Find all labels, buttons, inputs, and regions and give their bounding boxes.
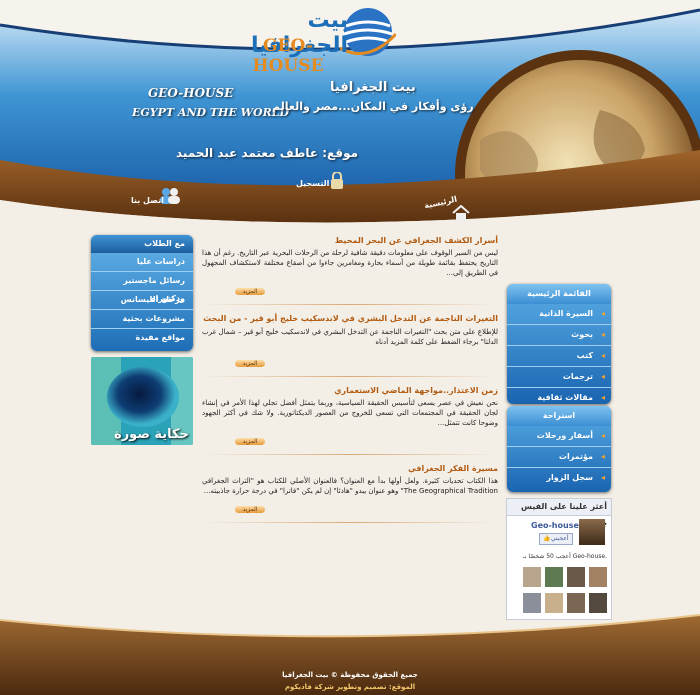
home-icon [452,204,470,221]
menu-item-research[interactable]: ◂ بحوث [507,325,611,346]
rest-menu-panel: استراحة ◂ أسفار ورحلات ◂ مؤتمرات ◂ سجل الزو… [507,406,611,492]
facebook-like-label: أعجبني [550,535,569,542]
article: مسيرة الفكر الجغرافي هذا الكتاب تحديات ك… [202,464,498,523]
article-title[interactable]: أسرار الكشف الجغرافي عن البحر المحيط [202,236,498,245]
article-title[interactable]: التغيرات الناجمة عن التدخل البشري في لان… [202,314,498,323]
students-panel: مع الطلاب دراسات عليا رسائل ماجستير ودكت… [91,235,193,351]
main-menu-panel: القائمة الرئيسية ◂ السيرة الذاتية ◂ بحوث ◂… [507,284,611,404]
facebook-page-name[interactable]: Geo-house [531,521,579,530]
facebook-fans-text: أعجب 50 شخصًا بـ Geo-house. [523,553,607,560]
footer-copyright: جميع الحقوق محفوظة © بيت الجغرافيا [282,671,418,679]
menu-item-books-label: كتب [576,351,593,360]
header-left-line2: EGYPT AND THE WORLD [132,106,290,119]
article: أسرار الكشف الجغرافي عن البحر المحيط ليس… [202,236,498,305]
rest-menu-title: استراحة [507,406,611,426]
read-more-button[interactable]: المزيد [235,506,265,513]
chevron-left-icon: ◂ [600,351,605,360]
students-item-links[interactable]: مواقع مفيدة [91,329,193,347]
header-right-title: بيت الجغرافيا [330,80,416,95]
header-author: موقع: عاطف معتمد عبد الحميد [176,146,359,160]
menu-item-translations[interactable]: ◂ ترجمات [507,367,611,388]
article-divider [202,304,498,305]
lock-icon [330,171,344,190]
article-divider [202,454,498,455]
site-header: بيت الجغرافيا GEO-HOUSE GEO-HOUSE EGYPT … [0,0,700,235]
students-item-theses[interactable]: رسائل ماجستير ودكتوراه [91,272,193,303]
chevron-left-icon: ◂ [600,309,605,318]
menu-item-travels-label: أسفار ورحلات [536,431,593,440]
nav-register[interactable]: التسجيل [296,179,329,188]
article-body: للإطلاع على متن بحث "التغيرات الناجمة عن… [202,328,498,346]
fan-avatar[interactable] [523,567,541,587]
menu-item-guestbook[interactable]: ◂ سجل الزوار [507,468,611,488]
article-body: هذا الكتاب تحديات كثيرة. ولعل أولها بدأ … [202,477,498,495]
chevron-left-icon: ◂ [600,372,605,381]
chevron-left-icon: ◂ [600,330,605,339]
menu-item-cv-label: السيرة الذاتية [539,309,593,318]
article-divider [202,376,498,377]
menu-item-cv[interactable]: ◂ السيرة الذاتية [507,304,611,325]
chevron-left-icon: ◂ [600,393,605,402]
menu-item-conferences[interactable]: ◂ مؤتمرات [507,447,611,468]
menu-item-articles-label: مقالات ثقافية [537,393,593,402]
photo-story-image[interactable]: حكاية صورة [91,357,193,445]
chevron-left-icon: ◂ [600,431,605,440]
read-more-button[interactable]: المزيد [235,438,265,445]
students-item-projects[interactable]: مشروعات بحثية [91,310,193,329]
menu-item-travels[interactable]: ◂ أسفار ورحلات [507,426,611,447]
logo-english: GEO-HOUSE [252,36,324,76]
article: التغيرات الناجمة عن التدخل البشري في لان… [202,314,498,377]
facebook-box-title: أعثر علينا على الفيس بوك [507,499,611,527]
article: زمن الاعتذار..مواجهة الماضي الاستعماري ن… [202,386,498,455]
fan-avatar[interactable] [567,567,585,587]
students-panel-title: مع الطلاب [91,235,193,253]
menu-item-guestbook-label: سجل الزوار [546,473,593,482]
students-item-bachelor[interactable]: مرحلة الليسانس [91,291,193,310]
fan-avatar[interactable] [545,567,563,587]
students-item-graduate[interactable]: دراسات عليا [91,253,193,272]
article-body: نحن نعيش في عصر يسعى لتأسيس الحقيقة السي… [202,399,498,427]
menu-item-research-label: بحوث [571,330,593,339]
footer-credits[interactable]: الموقع: تصميم وتطوير شركة فاديكوم [0,683,700,691]
chevron-left-icon: ◂ [600,452,605,461]
header-left-line1: GEO-HOUSE [148,86,234,100]
read-more-button[interactable]: المزيد [235,288,265,295]
menu-item-books[interactable]: ◂ كتب [507,346,611,367]
facebook-like-button[interactable]: 👍أعجبني [539,533,573,545]
menu-item-conferences-label: مؤتمرات [558,452,593,461]
photo-story-label: حكاية صورة [114,427,189,442]
facebook-box: أعثر علينا على الفيس بوك Geo-house 👍أعجب… [506,498,612,620]
facebook-page-avatar[interactable] [579,519,605,545]
menu-item-translations-label: ترجمات [562,372,593,381]
chevron-left-icon: ◂ [600,473,605,482]
article-divider [202,522,498,523]
thumbs-up-icon: 👍 [543,535,551,542]
main-menu-title: القائمة الرئيسية [507,284,611,304]
header-tagline: رؤى وأفكار في المكان...مصر والعالم [272,100,474,113]
article-title[interactable]: زمن الاعتذار..مواجهة الماضي الاستعماري [202,386,498,395]
site-footer: جميع الحقوق محفوظة © بيت الجغرافيا الموق… [0,605,700,695]
article-body: ليس من السير الوقوف على معلومات دقيقة شا… [202,249,498,277]
article-title[interactable]: مسيرة الفكر الجغرافي [202,464,498,473]
read-more-button[interactable]: المزيد [235,360,265,367]
fan-avatar[interactable] [589,567,607,587]
articles-list: أسرار الكشف الجغرافي عن البحر المحيط ليس… [202,236,498,532]
nav-contact[interactable]: اتصل بنا [131,196,164,205]
menu-item-articles[interactable]: ◂ مقالات ثقافية [507,388,611,408]
logo-globe-icon [340,8,396,56]
